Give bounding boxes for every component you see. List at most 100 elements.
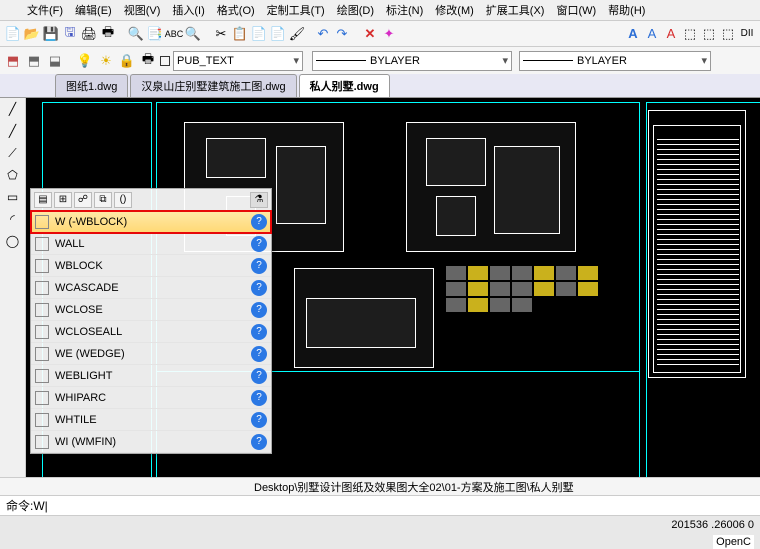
suggest-item[interactable]: WALL?: [31, 233, 271, 255]
suggest-mode2-icon[interactable]: ⊞: [54, 192, 72, 208]
layer-toolbar: ⬒ ⬒ ⬓ 💡 ☀ 🔒 🖶 PUB_TEXT ▾ BYLAYER ▾ BYLAY…: [0, 46, 760, 74]
menu-format[interactable]: 格式(O): [215, 1, 257, 19]
copy-icon[interactable]: 📋: [231, 25, 249, 43]
document-tabs: 图纸1.dwg 汉泉山庄别墅建筑施工图.dwg 私人别墅.dwg: [0, 74, 760, 98]
help-icon[interactable]: ?: [251, 214, 267, 230]
menu-file[interactable]: 文件(F): [25, 1, 65, 19]
suggest-mode5-icon[interactable]: (): [114, 192, 132, 208]
pline-icon[interactable]: ⟋: [4, 146, 22, 164]
new-icon[interactable]: 📄: [4, 25, 22, 43]
lineweight-value: BYLAYER: [577, 55, 627, 67]
menu-draw[interactable]: 绘图(D): [335, 1, 376, 19]
linetype-combo[interactable]: BYLAYER ▾: [312, 51, 512, 71]
saveas-icon[interactable]: 🖫: [61, 25, 79, 43]
textb-icon[interactable]: A: [643, 25, 661, 43]
suggest-item[interactable]: WCLOSEALL?: [31, 321, 271, 343]
suggest-item[interactable]: WEBLIGHT?: [31, 365, 271, 387]
save-icon[interactable]: 💾: [42, 25, 60, 43]
menu-help[interactable]: 帮助(H): [606, 1, 647, 19]
lineweight-combo[interactable]: BYLAYER ▾: [519, 51, 711, 71]
suggest-text: WCASCADE: [55, 282, 119, 294]
cut-icon[interactable]: ✂: [212, 25, 230, 43]
help-icon[interactable]: ?: [251, 346, 267, 362]
purge-icon[interactable]: ✦: [380, 25, 398, 43]
tab-doc2[interactable]: 汉泉山庄别墅建筑施工图.dwg: [130, 74, 296, 97]
layertool1-icon[interactable]: ⬒: [4, 52, 22, 70]
plot-icon[interactable]: 🖶: [99, 25, 117, 43]
help-icon[interactable]: ?: [251, 434, 267, 450]
tab-doc1[interactable]: 图纸1.dwg: [55, 74, 128, 97]
menu-view[interactable]: 视图(V): [122, 1, 163, 19]
layer-combo[interactable]: PUB_TEXT ▾: [173, 51, 303, 71]
suggest-item[interactable]: WCASCADE?: [31, 277, 271, 299]
undo-icon[interactable]: ↶: [314, 25, 332, 43]
lock-icon[interactable]: 🔒: [118, 52, 136, 70]
suggest-item[interactable]: W (-WBLOCK)?: [31, 211, 271, 233]
arc-icon[interactable]: ◜: [4, 212, 22, 230]
layertool2-icon[interactable]: ⬒: [25, 52, 43, 70]
help-icon[interactable]: ?: [251, 236, 267, 252]
line-icon[interactable]: ╱: [4, 102, 22, 120]
draw3-icon[interactable]: ⬚: [719, 25, 737, 43]
suggest-item[interactable]: WHTILE?: [31, 409, 271, 431]
suggest-text: WI (WMFIN): [55, 436, 116, 448]
suggest-item[interactable]: WI (WMFIN)?: [31, 431, 271, 453]
suggest-text: WBLOCK: [55, 260, 103, 272]
menu-tools[interactable]: 定制工具(T): [265, 1, 327, 19]
menu-dimension[interactable]: 标注(N): [384, 1, 425, 19]
matchprop-icon[interactable]: 🖌: [288, 25, 306, 43]
command-input[interactable]: W: [33, 499, 47, 513]
help-icon[interactable]: ?: [251, 302, 267, 318]
redo-icon[interactable]: ↷: [333, 25, 351, 43]
layertool3-icon[interactable]: ⬓: [46, 52, 64, 70]
colorbox-icon[interactable]: [160, 56, 170, 66]
suggest-item[interactable]: WBLOCK?: [31, 255, 271, 277]
menu-insert[interactable]: 插入(I): [170, 1, 206, 19]
suggest-mode1-icon[interactable]: ▤: [34, 192, 52, 208]
help-icon[interactable]: ?: [251, 258, 267, 274]
suggest-lab-icon[interactable]: ⚗: [250, 192, 268, 208]
menu-edit[interactable]: 编辑(E): [73, 1, 114, 19]
suggest-mode4-icon[interactable]: ⧉: [94, 192, 112, 208]
circle-icon[interactable]: ◯: [4, 234, 22, 252]
suggest-item[interactable]: WCLOSE?: [31, 299, 271, 321]
dim-label: DII: [738, 25, 756, 43]
file-path-text: Desktop\别墅设计图纸及效果图大全02\01-方案及施工图\私人别墅: [254, 479, 574, 495]
cmd-icon: [35, 369, 49, 383]
layer-combo-value: PUB_TEXT: [177, 55, 234, 67]
polygon-icon[interactable]: ⬠: [4, 168, 22, 186]
xline-icon[interactable]: ╱: [4, 124, 22, 142]
suggest-item[interactable]: WE (WEDGE)?: [31, 343, 271, 365]
print-icon[interactable]: 🖨: [80, 25, 98, 43]
preview-icon[interactable]: 🔍: [127, 25, 145, 43]
suggest-item[interactable]: WHIPARC?: [31, 387, 271, 409]
tab-doc3[interactable]: 私人别墅.dwg: [299, 74, 390, 97]
texta-icon[interactable]: A: [624, 25, 642, 43]
menu-extend[interactable]: 扩展工具(X): [484, 1, 547, 19]
menu-window[interactable]: 窗口(W): [554, 1, 598, 19]
suggest-mode3-icon[interactable]: ☍: [74, 192, 92, 208]
find-icon[interactable]: 🔍: [184, 25, 202, 43]
help-icon[interactable]: ?: [251, 390, 267, 406]
sun-icon[interactable]: ☀: [97, 52, 115, 70]
pasteblock-icon[interactable]: 📄: [269, 25, 287, 43]
rect-icon[interactable]: ▭: [4, 190, 22, 208]
spell-icon[interactable]: ABC: [165, 25, 183, 43]
textc-icon[interactable]: A: [662, 25, 680, 43]
command-line[interactable]: 命令: W: [0, 495, 760, 515]
print2-icon[interactable]: 🖶: [139, 52, 157, 70]
menu-modify[interactable]: 修改(M): [433, 1, 476, 19]
draw2-icon[interactable]: ⬚: [700, 25, 718, 43]
help-icon[interactable]: ?: [251, 412, 267, 428]
help-icon[interactable]: ?: [251, 368, 267, 384]
paste-icon[interactable]: 📄: [250, 25, 268, 43]
cmd-icon: [35, 237, 49, 251]
sheet-icon[interactable]: 📑: [146, 25, 164, 43]
help-icon[interactable]: ?: [251, 324, 267, 340]
erase-icon[interactable]: ✕: [361, 25, 379, 43]
bulb-icon[interactable]: 💡: [76, 52, 94, 70]
help-icon[interactable]: ?: [251, 280, 267, 296]
draw1-icon[interactable]: ⬚: [681, 25, 699, 43]
open-icon[interactable]: 📂: [23, 25, 41, 43]
cmd-icon: [35, 325, 49, 339]
